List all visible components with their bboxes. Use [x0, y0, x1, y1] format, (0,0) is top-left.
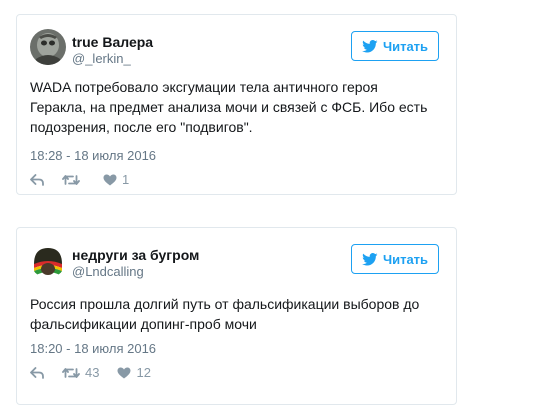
tweet-text: WADA потребовало эксгумации тела антично… — [30, 79, 428, 135]
tweet-timestamp[interactable]: 18:28 - 18 июля 2016 — [30, 148, 156, 163]
follow-label: Читать — [382, 38, 429, 54]
twitter-bird-icon — [362, 252, 378, 265]
twitter-bird-icon — [362, 39, 378, 52]
retweet-icon — [62, 174, 80, 185]
follow-button[interactable]: Читать — [351, 31, 439, 61]
heart-icon — [117, 367, 131, 378]
tweet-actions: 1 — [30, 172, 147, 187]
display-name[interactable]: недруги за бугром — [72, 247, 199, 263]
heart-icon — [103, 174, 117, 185]
reply-button[interactable] — [30, 366, 44, 379]
like-button[interactable]: 1 — [103, 172, 129, 187]
like-count: 1 — [122, 172, 130, 187]
user-handle[interactable]: @_lerkin_ — [72, 51, 131, 66]
follow-label: Читать — [382, 251, 429, 267]
retweet-count: 43 — [85, 365, 100, 380]
avatar[interactable] — [30, 29, 66, 65]
retweet-icon — [62, 367, 80, 378]
tweet-actions: 43 12 — [30, 365, 169, 380]
tweet-text: Россия прошла долгий путь от фальсификац… — [30, 296, 420, 332]
reply-icon — [30, 366, 44, 379]
tweet-timestamp[interactable]: 18:20 - 18 июля 2016 — [30, 341, 156, 356]
like-count: 12 — [136, 365, 151, 380]
tweet-card: недруги за бугром @Lndcalling Читать Рос… — [16, 227, 457, 405]
like-button[interactable]: 12 — [117, 365, 151, 380]
reply-button[interactable] — [30, 173, 44, 186]
user-handle[interactable]: @Lndcalling — [72, 264, 144, 279]
follow-button[interactable]: Читать — [351, 244, 439, 274]
display-name[interactable]: true Валера — [72, 34, 153, 50]
reply-icon — [30, 173, 44, 186]
retweet-button[interactable]: 43 — [62, 365, 99, 380]
avatar[interactable] — [30, 242, 66, 278]
tweet-card: true Валера @_lerkin_ Читать WADA потреб… — [16, 14, 457, 195]
retweet-button[interactable] — [62, 174, 85, 186]
